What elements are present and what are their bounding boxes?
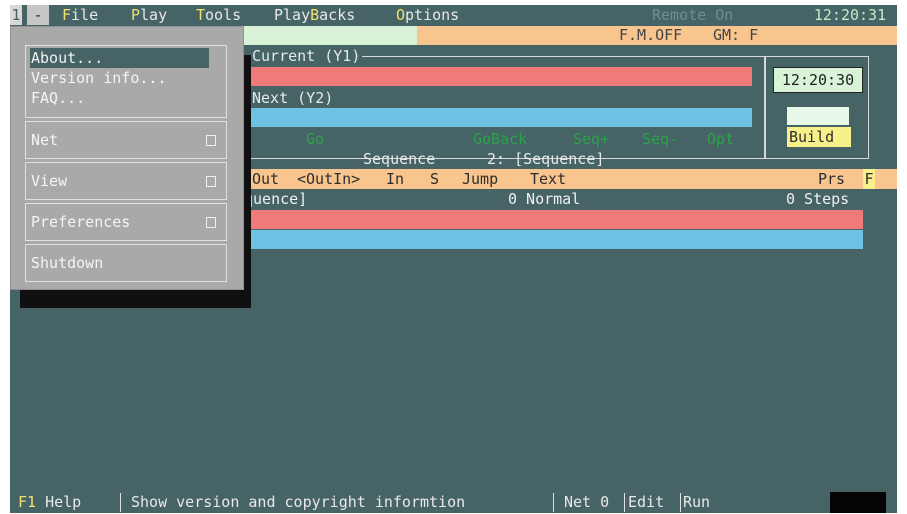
menu-play-label: lay (140, 6, 168, 24)
status-separator (120, 493, 121, 512)
menu-item-about[interactable]: About... (30, 48, 209, 68)
f1-key: F1 (18, 493, 37, 511)
status-message: Show version and copyright informtion (131, 493, 466, 511)
mode-indicator-top (787, 107, 849, 125)
net-status: Net 0 (564, 493, 610, 511)
sequence-label: Sequence (363, 150, 436, 168)
clock-display: 12:20:30 (773, 67, 863, 93)
opt-button[interactable]: Opt (707, 129, 734, 149)
menu-playbacks[interactable]: PlayBacks (274, 5, 355, 25)
menu-options[interactable]: Options (396, 5, 459, 25)
menu-playbacks-hotkey: B (310, 6, 320, 24)
menu-playbacks-label-a: Play (274, 6, 311, 24)
col-s: S (430, 170, 440, 188)
system-menu-button[interactable]: - (27, 5, 49, 25)
col-text: Text (530, 170, 567, 188)
row-name[interactable]: quence] (244, 189, 307, 209)
menu-file[interactable]: File (62, 5, 98, 25)
menu-group-view: View (25, 162, 227, 200)
menu-file-label: ile (71, 6, 99, 24)
top-clock: 12:20:31 (803, 5, 897, 25)
f1-help-button[interactable]: F1 Help (18, 492, 81, 513)
col-prs: Prs (818, 170, 846, 188)
status-separator (553, 493, 554, 512)
remote-status: Remote On (652, 6, 734, 24)
col-outin: <OutIn> (297, 170, 361, 188)
preferences-submenu-icon (206, 217, 216, 228)
list-next-bar[interactable] (250, 230, 863, 249)
menu-item-version-info[interactable]: Version info... (31, 68, 166, 88)
view-submenu-icon (206, 176, 216, 187)
next-bar[interactable] (250, 108, 752, 127)
menu-options-label: ptions (405, 6, 460, 24)
menu-group-info: About... Version info... FAQ... (25, 45, 227, 118)
menu-item-preferences[interactable]: Preferences (31, 212, 130, 232)
menu-group-preferences: Preferences (25, 203, 227, 241)
menu-item-net[interactable]: Net (31, 130, 58, 150)
info-band-right: F.M.OFF GM: F (417, 26, 897, 45)
menu-tools[interactable]: Tools (196, 5, 241, 25)
col-out: Out (252, 170, 280, 188)
system-dropdown-menu: About... Version info... FAQ... Net View… (10, 26, 244, 290)
menu-options-hotkey: O (396, 6, 406, 24)
current-title: Current (Y1) (250, 47, 363, 65)
current-bar[interactable] (250, 67, 752, 86)
row-mode: 0 Normal (508, 190, 581, 208)
fm-status: F.M.OFF (619, 26, 683, 44)
status-separator (680, 493, 681, 512)
menu-tools-label: ools (205, 6, 242, 24)
net-submenu-icon (206, 135, 216, 146)
status-indicator (830, 492, 886, 513)
go-button[interactable]: Go (306, 129, 324, 149)
menu-play-hotkey: P (131, 6, 141, 24)
menu-group-net: Net (25, 121, 227, 159)
status-bar: F1 Help Show version and copyright infor… (10, 492, 897, 513)
help-label: Help (45, 493, 82, 511)
list-current-bar[interactable] (250, 210, 863, 229)
goback-button[interactable]: GoBack (473, 129, 527, 149)
sequence-value: 2: [Sequence] (487, 150, 605, 168)
row-steps: 0 Steps (786, 190, 850, 208)
run-mode[interactable]: Run (683, 492, 710, 513)
gm-status: GM: F (713, 26, 759, 44)
menu-tools-hotkey: T (196, 6, 206, 24)
screen-number: 1 (10, 5, 22, 25)
next-title: Next (Y2) (250, 89, 336, 107)
build-mode-button[interactable]: Build (787, 127, 851, 147)
col-jump: Jump (462, 170, 499, 188)
menu-bar: 1 - File Play Tools PlayBacks Options Re… (10, 5, 897, 26)
menu-item-faq[interactable]: FAQ... (31, 88, 85, 108)
seq-minus-button[interactable]: Seq- (642, 129, 678, 149)
col-f: F (863, 169, 875, 189)
status-separator (624, 493, 625, 512)
col-in: In (386, 170, 405, 188)
menu-play[interactable]: Play (131, 5, 167, 25)
app-screen: 1 - File Play Tools PlayBacks Options Re… (10, 5, 897, 513)
seq-plus-button[interactable]: Seq+ (573, 129, 609, 149)
menu-item-shutdown[interactable]: Shutdown (31, 253, 103, 273)
menu-group-shutdown: Shutdown (25, 244, 227, 282)
edit-mode[interactable]: Edit (628, 492, 664, 513)
menu-item-view[interactable]: View (31, 171, 67, 191)
menu-playbacks-label-b: acks (319, 6, 356, 24)
menu-file-hotkey: F (62, 6, 72, 24)
